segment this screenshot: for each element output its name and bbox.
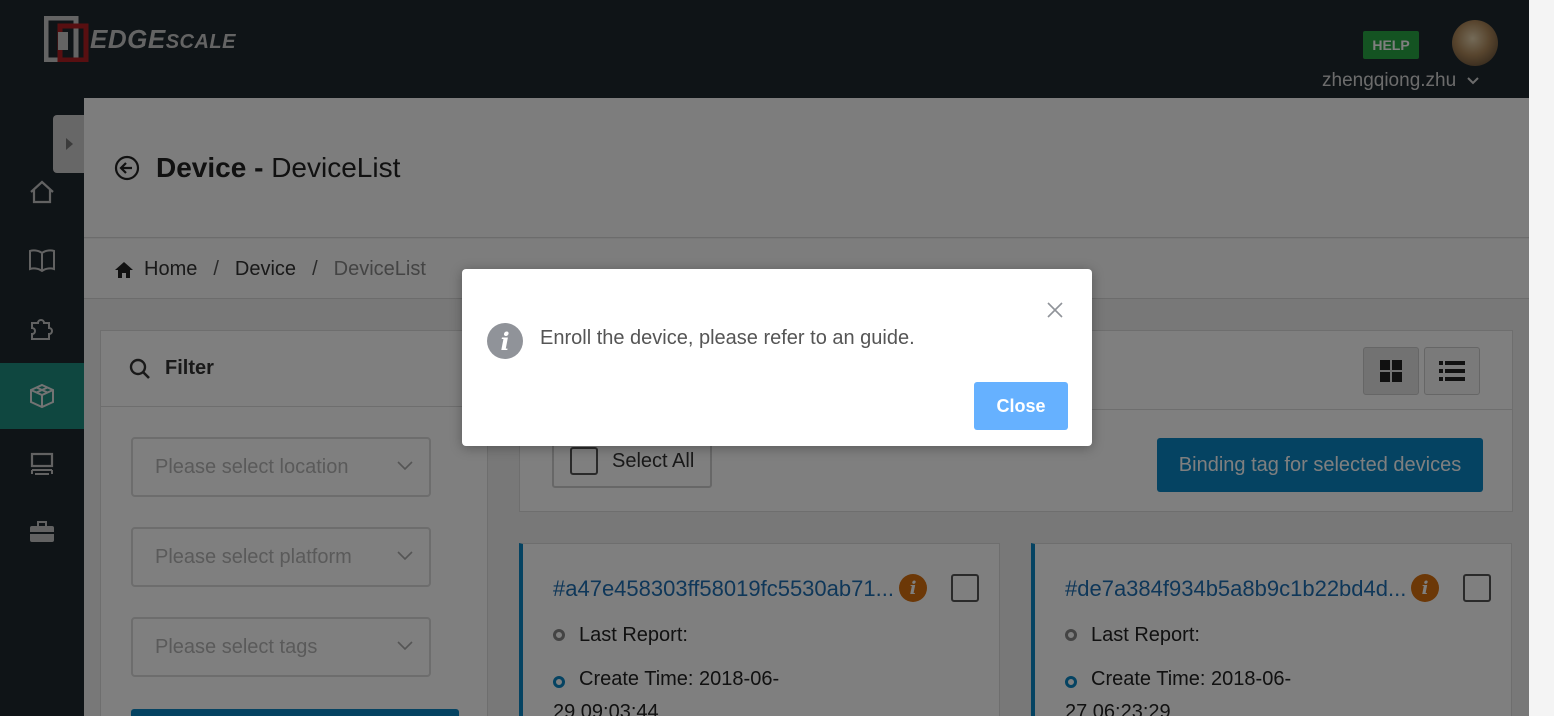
close-button[interactable]: Close <box>974 382 1068 430</box>
scrollbar-track <box>1529 0 1554 716</box>
info-icon: i <box>487 323 523 359</box>
close-icon[interactable] <box>1046 301 1064 319</box>
message-dialog: i Enroll the device, please refer to an … <box>462 269 1092 446</box>
dialog-message: Enroll the device, please refer to an gu… <box>540 327 915 349</box>
